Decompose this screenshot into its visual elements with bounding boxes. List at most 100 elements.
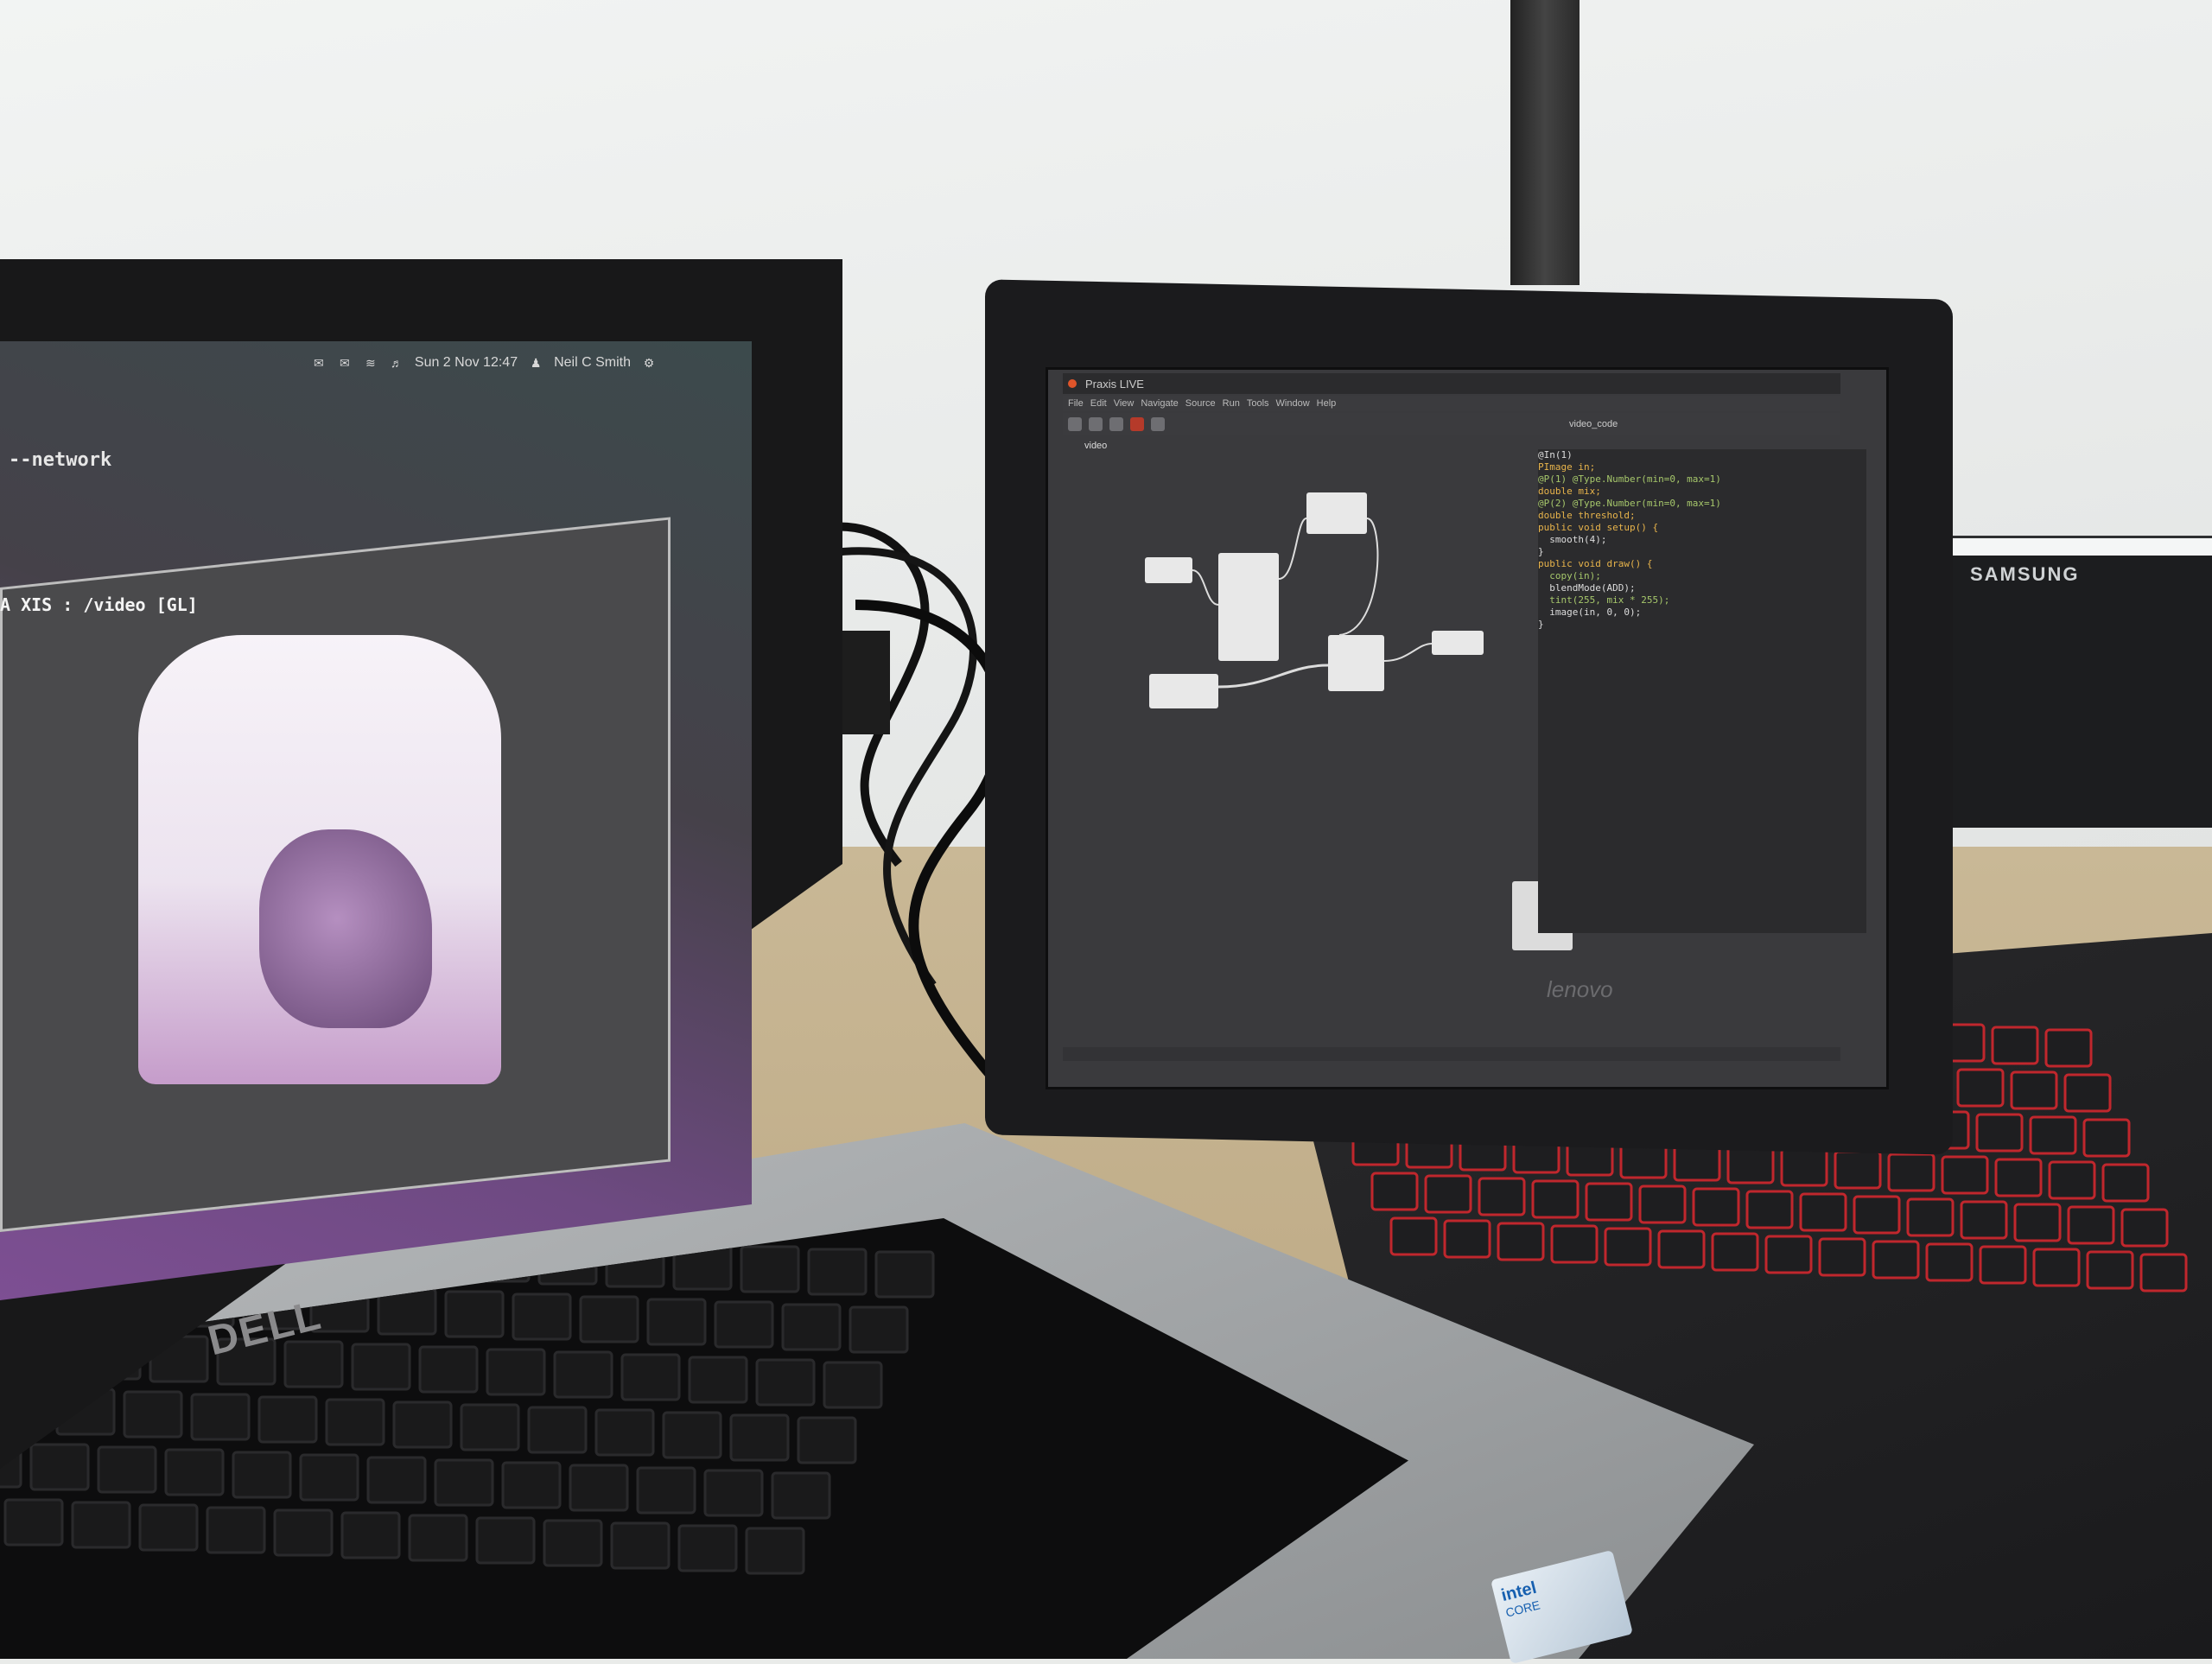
keycap [705,1470,762,1515]
keycap [544,1521,601,1566]
keycap [1994,1158,2043,1197]
keycap [353,1344,410,1389]
keycap [1834,1150,1882,1190]
keycap [327,1400,384,1445]
code-tab[interactable]: video_code [1569,419,1618,429]
code-line: copy(in); [1538,570,1601,581]
code-line: @P(2) @Type.Number(min=0, max=1) [1538,498,1721,509]
chat-icon[interactable]: ✉ [337,357,353,369]
keycap [1887,1153,1936,1192]
keycap [301,1455,358,1500]
keycap [1692,1187,1740,1227]
menu-run[interactable]: Run [1223,398,1240,409]
graph-connections [1192,518,1433,689]
keycap [503,1463,560,1508]
keycap [2029,1115,2077,1155]
keycap [1745,1190,1794,1229]
keycap [1799,1192,1847,1232]
keycap [2067,1205,2115,1245]
code-line: } [1538,619,1544,630]
close-icon[interactable] [1068,379,1077,388]
keycap [1370,1172,1419,1211]
panel-datetime[interactable]: Sun 2 Nov 12:47 [415,355,518,371]
graph-tab[interactable]: video [1084,441,1107,451]
mail-icon[interactable]: ✉ [311,357,327,369]
keycap [2082,1118,2131,1158]
keycap [2013,1203,2062,1242]
keycap [1764,1235,1813,1274]
keycap [2044,1028,2093,1068]
code-line: @In(1) [1538,449,1573,460]
keycap [124,1392,181,1437]
ide-code-editor[interactable]: @In(1) PImage in; @P(1) @Type.Number(min=0… [1538,449,1866,933]
keycap [1531,1179,1580,1219]
menu-view[interactable]: View [1114,398,1135,409]
code-line: double threshold; [1538,510,1636,521]
keycap [1872,1240,1920,1280]
ubuntu-top-panel: ✉ ✉ ≋ ♬ Sun 2 Nov 12:47 ♟ Neil C Smith ⚙ [0,350,691,376]
stop-icon[interactable] [1151,417,1165,431]
keycap [529,1407,586,1452]
keycap [368,1458,425,1502]
keycap [1585,1182,1633,1222]
terminal-text: --network [9,449,112,471]
code-line: tint(255, mix * 255); [1538,594,1670,606]
lenovo-logo: lenovo [1547,976,1613,1002]
code-line: smooth(4); [1538,534,1607,545]
keycap [1780,1147,1828,1187]
keycap [1657,1229,1706,1269]
ide-titlebar: Praxis LIVE [1063,373,1840,394]
keycap [1956,1068,2005,1108]
keycap [798,1418,855,1463]
keycap [757,1360,814,1405]
keycap [1975,1113,2024,1153]
user-icon: ♟ [530,356,542,370]
keycap [192,1394,249,1439]
keycap [1604,1227,1652,1267]
keycap [477,1518,534,1563]
keycap [747,1528,804,1573]
keycap [1979,1245,2027,1285]
menu-edit[interactable]: Edit [1090,398,1107,409]
video-feed-hand [259,829,432,1028]
keycap [2120,1208,2169,1248]
keycap [596,1410,653,1455]
menu-window[interactable]: Window [1276,398,1310,409]
keycap [612,1523,669,1568]
ide-title: Praxis LIVE [1085,377,1144,391]
keycap [342,1513,399,1558]
menu-help[interactable]: Help [1317,398,1337,409]
menu-navigate[interactable]: Navigate [1141,398,1178,409]
network-icon[interactable]: ≋ [363,357,378,369]
open-folder-icon[interactable] [1089,417,1103,431]
run-icon[interactable] [1130,417,1144,431]
menu-file[interactable]: File [1068,398,1084,409]
menu-source[interactable]: Source [1185,398,1216,409]
save-icon[interactable] [1109,417,1123,431]
keycap [664,1413,721,1458]
keycap [513,1294,570,1339]
new-file-icon[interactable] [1068,417,1082,431]
keycap [166,1450,223,1495]
keycap [2139,1253,2188,1292]
keycap [2010,1070,2058,1110]
samsung-logo: SAMSUNG [1970,563,2080,585]
settings-icon[interactable]: ⚙ [641,357,657,369]
keycap [715,1302,772,1347]
keycap [1443,1219,1491,1259]
code-line: } [1538,546,1544,557]
keycap [622,1355,679,1400]
menu-tools[interactable]: Tools [1247,398,1269,409]
keycap [741,1247,798,1292]
keycap [487,1350,544,1394]
keycap [2032,1248,2081,1287]
background-monitor-edge [1510,0,1580,285]
keycap [570,1465,627,1510]
keycap [31,1445,88,1489]
keycap [1906,1197,1955,1237]
keycap [1960,1200,2008,1240]
keycap [1711,1232,1759,1272]
panel-user[interactable]: Neil C Smith [554,355,631,371]
volume-icon[interactable]: ♬ [389,357,404,369]
keycap [1389,1216,1438,1256]
